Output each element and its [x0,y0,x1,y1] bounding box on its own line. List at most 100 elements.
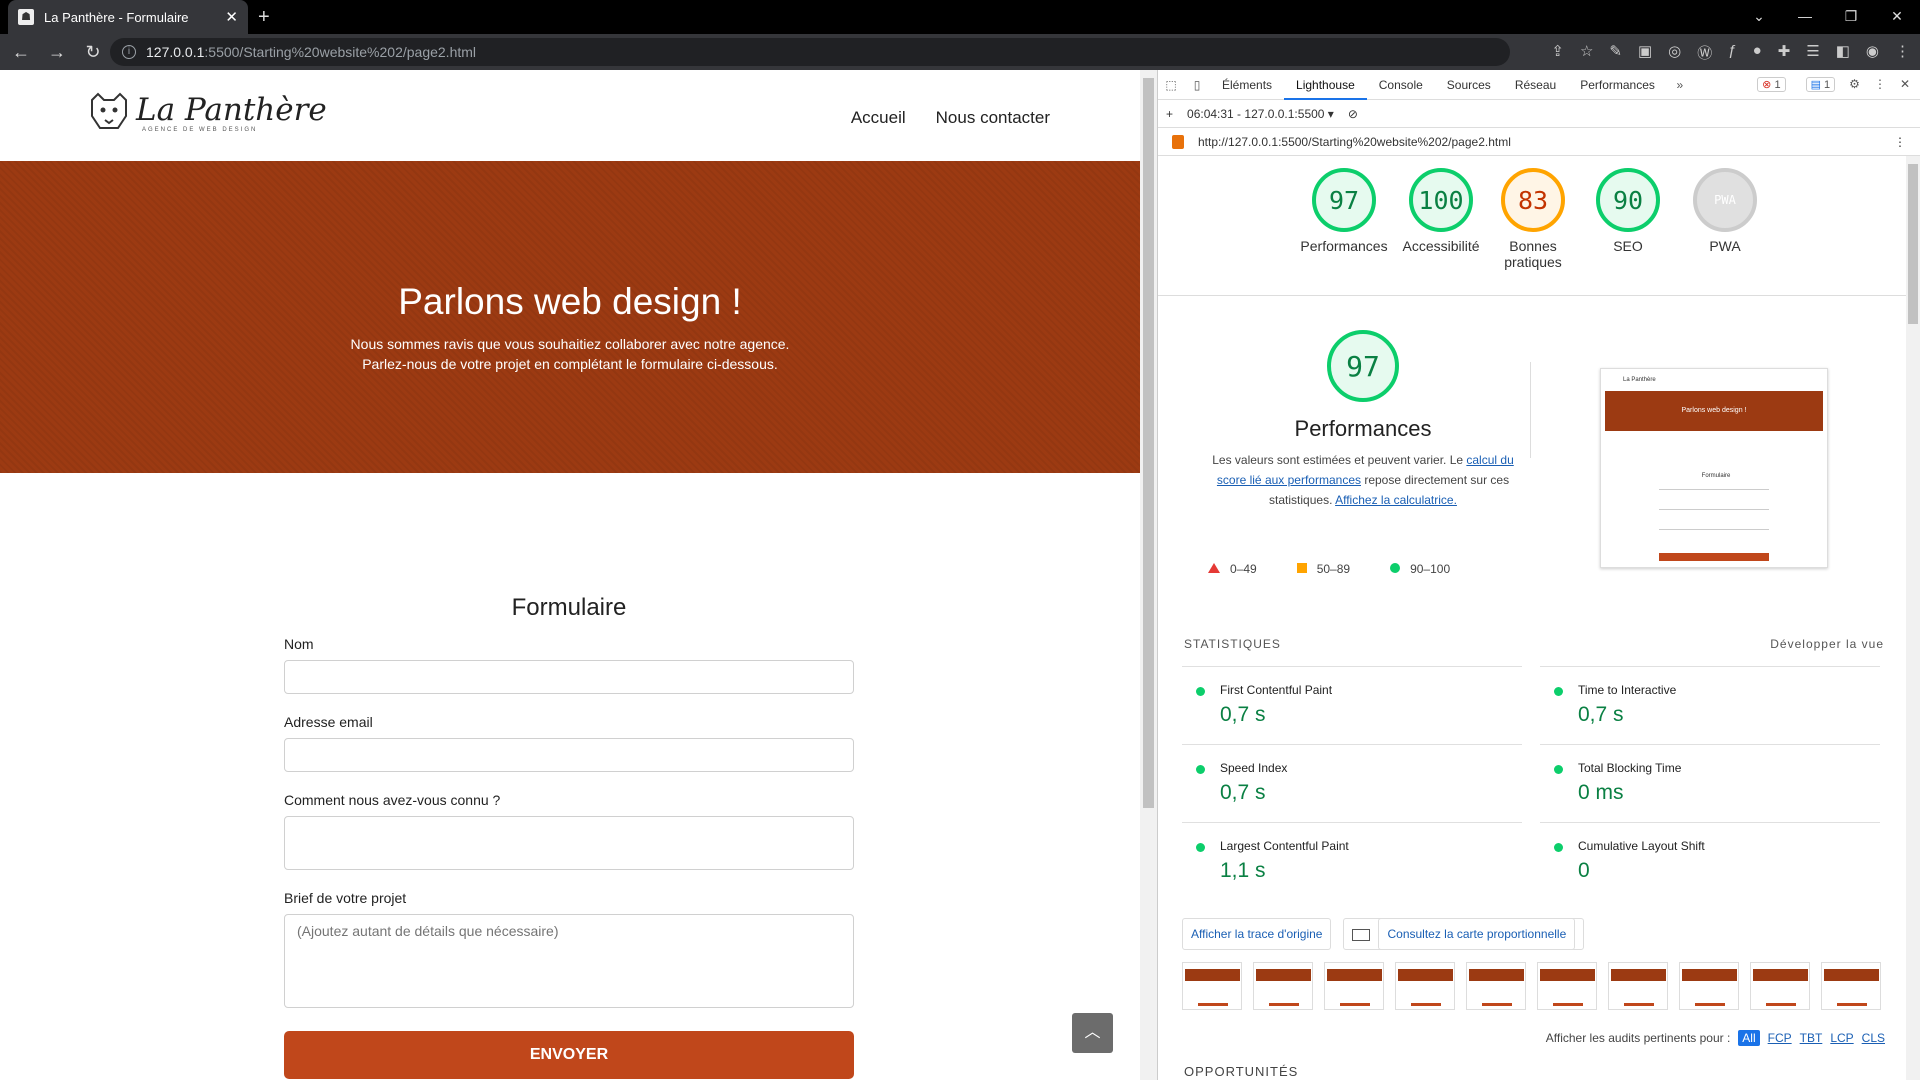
treemap-icon [1352,928,1371,941]
tab-sources[interactable]: Sources [1435,70,1503,100]
url-field[interactable]: i 127.0.0.1:5500/Starting%20website%202/… [110,38,1510,66]
devtools-toolbar: ⬚ ▯ Éléments Lighthouse Console Sources … [1158,70,1920,100]
new-report-icon[interactable]: + [1166,107,1173,121]
brief-field[interactable] [284,914,854,1008]
wordpress-extension-icon[interactable]: Ⓦ [1697,42,1712,63]
tab-console[interactable]: Console [1367,70,1435,100]
side-panel-icon[interactable]: ◧ [1836,42,1850,63]
devtools-scrollbar-thumb[interactable] [1908,164,1918,324]
filter-all[interactable]: All [1738,1030,1760,1046]
filter-cls[interactable]: CLS [1862,1031,1885,1045]
devtools-panel: ⬚ ▯ Éléments Lighthouse Console Sources … [1157,70,1920,1080]
profile-avatar-icon[interactable]: ◉ [1866,42,1879,63]
tab-search-icon[interactable]: ⌄ [1736,0,1782,34]
share-icon[interactable]: ⇪ [1551,42,1564,63]
close-devtools-icon[interactable]: ✕ [1900,77,1910,92]
minimize-icon[interactable]: — [1782,0,1828,34]
expand-view-toggle[interactable]: Développer la vue [1770,637,1884,651]
back-icon[interactable]: ← [6,42,36,63]
final-screenshot-thumbnail[interactable]: La Panthère Parlons web design ! Formula… [1600,368,1828,568]
filter-lcp[interactable]: LCP [1830,1031,1853,1045]
nav-contact[interactable]: Nous contacter [936,108,1050,128]
font-extension-icon[interactable]: ƒ [1728,42,1736,63]
email-field[interactable] [284,738,854,772]
name-field[interactable] [284,660,854,694]
settings-gear-icon[interactable]: ⚙ [1849,77,1860,92]
pass-dot-icon [1554,765,1563,774]
messages-badge[interactable]: ▤ 1 [1805,77,1836,92]
gauge-pwa[interactable]: PWA PWA [1675,156,1775,254]
close-tab-icon[interactable]: ✕ [225,8,238,26]
clear-icon[interactable]: ⊘ [1348,107,1358,121]
devtools-scrollbar[interactable] [1906,156,1920,1080]
reload-icon[interactable]: ↻ [78,42,108,63]
legend-fail: 0–49 [1208,562,1257,576]
tab-network[interactable]: Réseau [1503,70,1568,100]
gauge-performance[interactable]: 97 Performances [1294,156,1394,254]
gauge-best-practices[interactable]: 83 Bonnes pratiques [1488,156,1578,270]
performance-big-score: 97 [1327,330,1399,402]
pwa-badge-icon: PWA [1693,168,1757,232]
extensions-puzzle-icon[interactable]: ✚ [1778,42,1791,63]
legend-pass: 90–100 [1390,562,1450,576]
hero-line-1: Nous sommes ravis que vous souhaitiez co… [350,336,790,352]
inspect-icon[interactable]: ⬚ [1158,78,1184,92]
form-title: Formulaire [511,594,627,621]
filmstrip-frame [1537,962,1597,1010]
report-select[interactable]: 06:04:31 - 127.0.0.1:5500 ▾ [1187,107,1334,121]
browser-tab[interactable]: ☗ La Panthère - Formulaire ✕ [8,0,248,34]
extension-icon[interactable]: ▣ [1638,42,1652,63]
messages-count: 1 [1824,79,1831,91]
filter-fcp[interactable]: FCP [1768,1031,1792,1045]
reading-list-icon[interactable]: ☰ [1806,42,1819,63]
close-window-icon[interactable]: ✕ [1874,0,1920,34]
report-url[interactable]: http://127.0.0.1:5500/Starting%20website… [1198,135,1511,149]
tab-elements[interactable]: Éléments [1210,70,1284,100]
gauge-score: 97 [1312,168,1376,232]
bookmark-star-icon[interactable]: ☆ [1580,42,1593,63]
device-toggle-icon[interactable]: ▯ [1184,78,1210,92]
logo-name: La Panthère [136,92,327,128]
extension-icon[interactable]: ◎ [1668,42,1681,63]
contact-form: Formulaire Nom Adresse email Comment nou… [284,594,854,1079]
site-info-icon[interactable]: i [122,45,136,59]
report-menu-icon[interactable]: ⋮ [1894,135,1920,149]
gauge-label: PWA [1709,238,1741,254]
square-icon [1296,563,1307,573]
new-tab-icon[interactable]: + [258,6,270,29]
pen-extension-icon[interactable]: ✎ [1609,42,1622,63]
color-extension-icon[interactable]: ● [1753,42,1762,63]
gauge-label: SEO [1613,238,1643,254]
forward-icon[interactable]: → [42,42,72,63]
tab-lighthouse[interactable]: Lighthouse [1284,70,1367,100]
gauge-score: 90 [1596,168,1660,232]
page-scrollbar-thumb[interactable] [1143,78,1154,808]
circle-icon [1390,563,1401,573]
name-label: Nom [284,636,314,652]
desc-text-1: Les valeurs sont estimées et peuvent var… [1212,453,1467,467]
gauge-accessibility[interactable]: 100 Accessibilité [1391,156,1491,254]
filter-tbt[interactable]: TBT [1800,1031,1823,1045]
more-tabs-icon[interactable]: » [1667,78,1693,92]
filmstrip-frame [1608,962,1668,1010]
source-field[interactable] [284,816,854,870]
errors-badge[interactable]: ⊗ 1 [1757,77,1786,92]
treemap-button[interactable]: Consultez la carte proportionnelle [1343,918,1585,950]
menu-kebab-icon[interactable]: ⋮ [1895,42,1910,63]
metric-value: 0 [1578,859,1590,882]
panther-logo-icon [91,92,127,129]
send-button[interactable]: ENVOYER [284,1031,854,1079]
scroll-to-top-button[interactable]: ︿ [1072,1013,1113,1053]
site-logo[interactable]: La Panthère AGENCE DE WEB DESIGN [86,92,327,133]
extensions-bar: ⇪ ☆ ✎ ▣ ◎ Ⓦ ƒ ● ✚ ☰ ◧ ◉ ⋮ [1551,42,1910,63]
tab-performance[interactable]: Performances [1568,70,1667,100]
thumb-button [1659,553,1769,561]
view-trace-button[interactable]: Afficher la trace d'origine [1182,918,1332,950]
devtools-menu-icon[interactable]: ⋮ [1874,77,1886,92]
calculator-link[interactable]: Affichez la calculatrice. [1335,493,1457,507]
page-scrollbar[interactable] [1140,70,1157,1080]
nav-accueil[interactable]: Accueil [851,108,906,128]
divider [1530,362,1531,458]
restore-icon[interactable]: ❐ [1828,0,1874,34]
gauge-seo[interactable]: 90 SEO [1578,156,1678,254]
